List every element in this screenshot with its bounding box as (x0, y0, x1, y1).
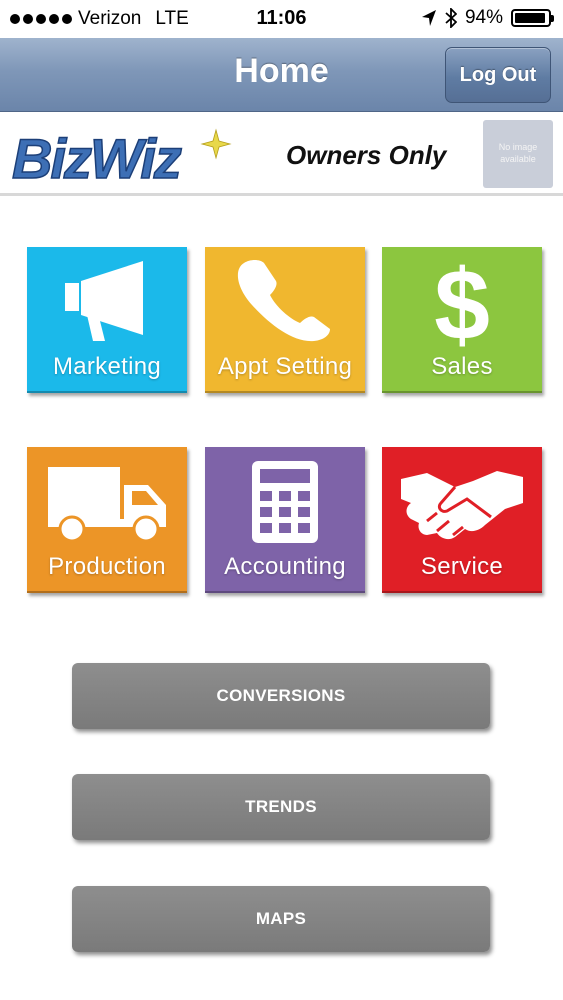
svg-text:$: $ (434, 255, 490, 349)
tile-production[interactable]: Production (27, 447, 187, 593)
profile-image-placeholder[interactable]: No image available (483, 120, 553, 188)
trends-button[interactable]: TRENDS (72, 774, 490, 840)
handshake-icon (382, 457, 542, 547)
conversions-button[interactable]: CONVERSIONS (72, 663, 490, 729)
tile-marketing[interactable]: Marketing (27, 247, 187, 393)
nav-bar: Home Log Out (0, 38, 563, 112)
tile-accounting[interactable]: Accounting (205, 447, 365, 593)
brand-header: BizWiz Owners Only No image available (0, 112, 563, 196)
maps-button[interactable]: MAPS (72, 886, 490, 952)
location-arrow-icon (421, 10, 436, 26)
megaphone-icon (27, 257, 187, 347)
owners-only-label: Owners Only (286, 140, 447, 170)
tile-sales[interactable]: $ Sales (382, 247, 542, 393)
tile-label: Accounting (224, 553, 346, 580)
truck-icon (27, 457, 187, 547)
bluetooth-icon (445, 8, 457, 28)
tile-label: Marketing (52, 353, 162, 380)
calculator-icon (205, 457, 365, 547)
tile-label: Appt Setting (217, 353, 353, 380)
battery-icon (511, 9, 554, 27)
tile-appt-setting[interactable]: Appt Setting (205, 247, 365, 393)
status-right: 94% (421, 7, 554, 29)
svg-text:BizWiz: BizWiz (12, 127, 182, 190)
battery-percent: 94% (464, 7, 503, 28)
tile-label: Service (420, 553, 504, 580)
tile-label: Production (48, 553, 166, 580)
logout-button[interactable]: Log Out (445, 47, 551, 103)
battery-fill (515, 13, 546, 23)
bizwiz-logo: BizWiz (11, 126, 232, 190)
tile-service[interactable]: Service (382, 447, 542, 593)
tile-label: Sales (431, 353, 493, 380)
dollar-icon: $ (382, 255, 542, 349)
status-bar: Verizon LTE 11:06 94% (0, 0, 563, 38)
phone-icon (205, 257, 365, 347)
